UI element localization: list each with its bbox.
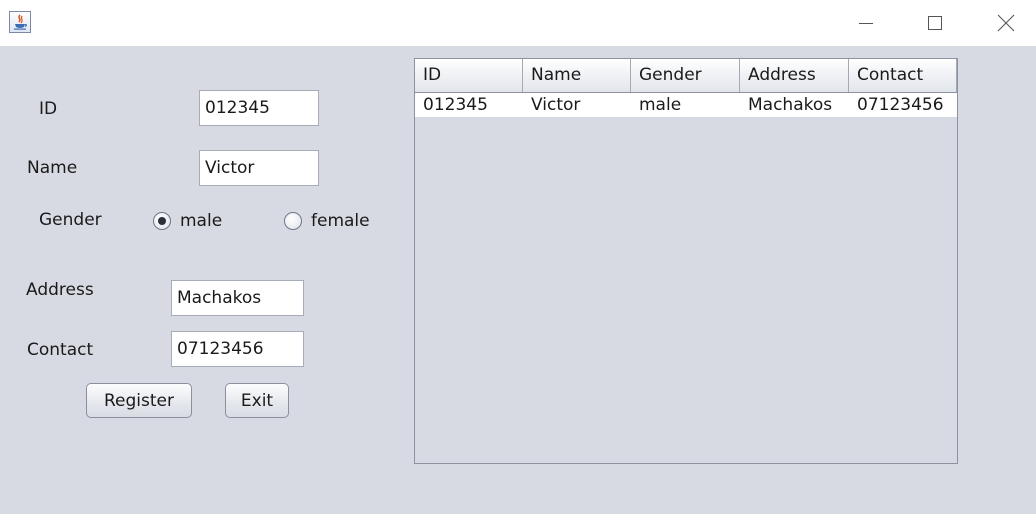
column-header-name[interactable]: Name — [523, 59, 631, 92]
records-table[interactable]: ID Name Gender Address Contact 012345 Vi… — [414, 58, 958, 464]
address-field[interactable]: Machakos — [171, 280, 304, 316]
name-label: Name — [27, 158, 78, 178]
java-icon[interactable] — [9, 11, 31, 33]
name-field[interactable]: Victor — [199, 150, 319, 186]
table-header: ID Name Gender Address Contact — [415, 59, 957, 93]
column-header-id[interactable]: ID — [415, 59, 523, 92]
close-button[interactable] — [983, 0, 1029, 46]
cell-id: 012345 — [423, 95, 488, 115]
column-header-address[interactable]: Address — [740, 59, 849, 92]
column-header-gender[interactable]: Gender — [631, 59, 740, 92]
exit-button[interactable]: Exit — [225, 383, 289, 418]
column-header-contact[interactable]: Contact — [849, 59, 957, 92]
cell-gender: male — [639, 95, 682, 115]
cell-name: Victor — [531, 95, 581, 115]
id-label: ID — [39, 99, 58, 119]
cell-address: Machakos — [748, 95, 833, 115]
address-label: Address — [26, 280, 94, 300]
minimize-icon — [859, 23, 873, 24]
gender-male-label: male — [180, 211, 223, 231]
gender-label: Gender — [39, 210, 102, 230]
title-bar — [0, 0, 1036, 46]
app-window: ID 012345 Name Victor Gender male female… — [0, 0, 1036, 514]
radio-unchecked-icon — [284, 212, 302, 230]
id-field[interactable]: 012345 — [199, 90, 319, 126]
maximize-icon — [928, 16, 942, 30]
cell-contact: 07123456 — [857, 95, 944, 115]
table-row[interactable]: 012345 Victor male Machakos 07123456 — [415, 93, 957, 117]
minimize-button[interactable] — [843, 0, 889, 46]
close-icon — [997, 14, 1015, 32]
maximize-button[interactable] — [912, 0, 958, 46]
gender-male-radio[interactable]: male — [153, 209, 222, 233]
radio-checked-icon — [153, 212, 171, 230]
gender-female-label: female — [311, 211, 370, 231]
register-button[interactable]: Register — [86, 383, 192, 418]
gender-female-radio[interactable]: female — [284, 209, 370, 233]
contact-field[interactable]: 07123456 — [171, 331, 304, 367]
contact-label: Contact — [27, 340, 94, 360]
